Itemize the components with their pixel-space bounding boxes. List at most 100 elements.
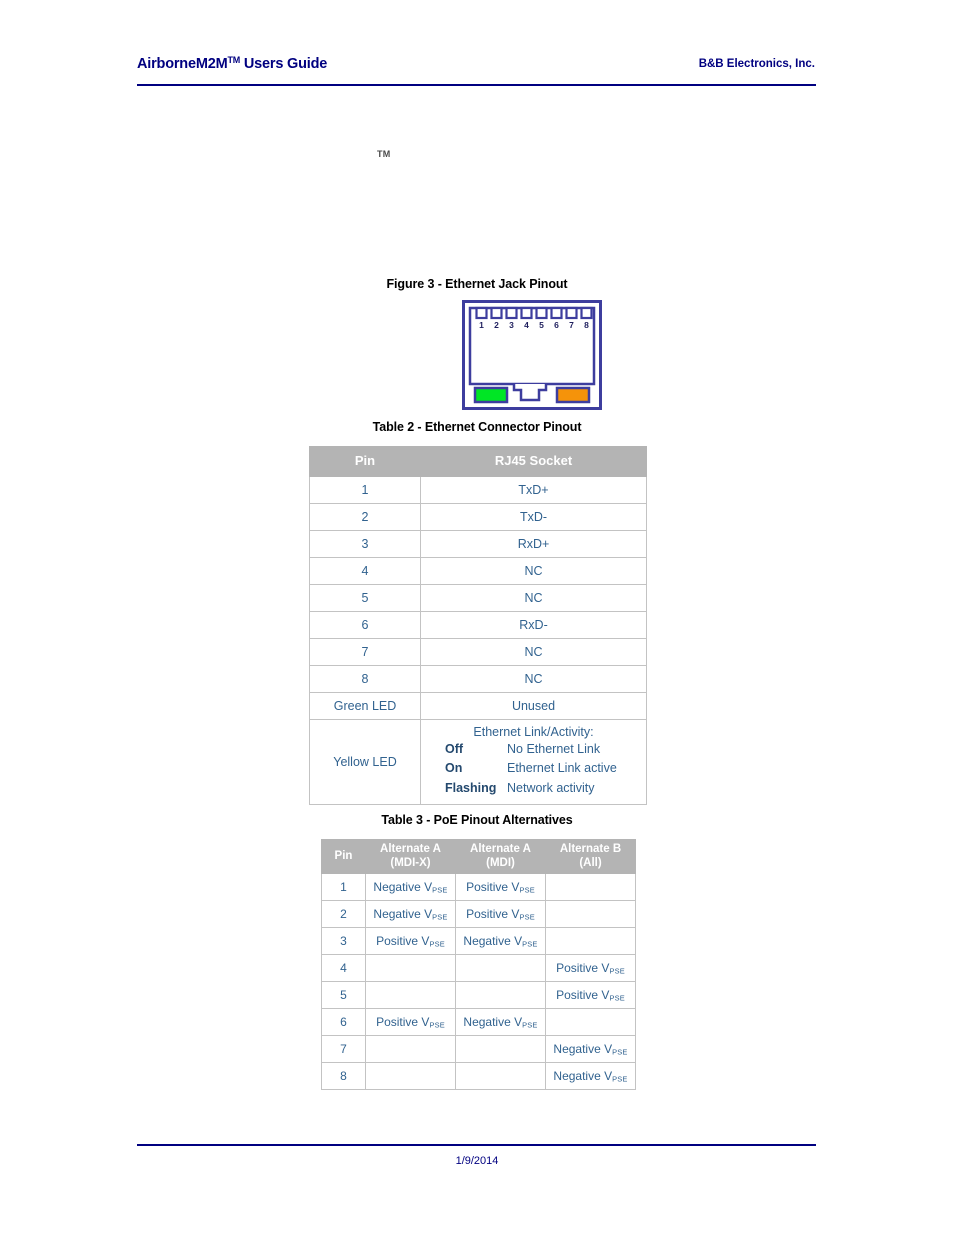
table-row: 2 TxD- [309,503,647,531]
cell-pin: 8 [321,1062,366,1090]
cell-pin: 4 [321,954,366,982]
cell-pin-yellow-led: Yellow LED [309,718,421,806]
pin-number-7: 7 [569,320,574,330]
cell-signal: TxD- [420,503,647,531]
voltage-subscript: PSE [609,966,625,976]
table-row: 6 RxD- [309,611,647,639]
pin-slot-7 [565,306,578,320]
cell-alternate-a-mdi: Negative VPSE [455,927,546,955]
cell-pin: 7 [321,1035,366,1063]
voltage-label: Negative V [463,933,523,948]
cell-signal: RxD- [420,611,647,639]
cell-pin: 6 [309,611,421,639]
table-header-row: Pin RJ45 Socket [309,446,647,477]
column-header-line2: (MDI-X) [390,856,431,869]
company-name: B&B Electronics, Inc. [698,58,815,70]
document-title-suffix: Users Guide [240,56,328,72]
column-header-line1: Alternate A [470,843,531,856]
pin-slot-1 [475,306,488,320]
cell-alternate-a-mdix: Negative VPSE [365,873,456,901]
led-state-row: Off No Ethernet Link [421,740,646,759]
table-row: 5 Positive VPSE [321,981,636,1009]
table-row: 1 TxD+ [309,476,647,504]
pin-slot-2 [490,306,503,320]
cell-alternate-a-mdi [455,1035,546,1063]
pin-number-2: 2 [494,320,499,330]
cell-alternate-b-all: Negative VPSE [545,1035,636,1063]
cell-pin-green-led: Green LED [309,692,421,720]
cell-signal: NC [420,557,647,585]
pin-slot-8 [580,306,593,320]
table-row: 5 NC [309,584,647,612]
voltage-label: Negative V [373,879,433,894]
cell-alternate-a-mdix: Positive VPSE [365,1008,456,1036]
pin-number-6: 6 [554,320,559,330]
cell-alternate-b-all: Positive VPSE [545,954,636,982]
table-row: 8 NC [309,665,647,693]
cell-pin: 3 [309,530,421,558]
table-3-caption: Table 3 - PoE Pinout Alternatives [381,813,573,827]
cell-alternate-b-all [545,927,636,955]
trademark-superscript: TM [227,55,241,65]
cell-pin: 6 [321,1008,366,1036]
cell-yellow-led-behavior: Ethernet Link/Activity: Off No Ethernet … [420,718,647,806]
column-header-rj45-socket: RJ45 Socket [420,446,647,477]
cell-pin: 2 [309,503,421,531]
table-row-yellow-led: Yellow LED Ethernet Link/Activity: Off N… [309,718,647,806]
voltage-subscript: PSE [429,1020,445,1030]
voltage-label: Positive V [376,1014,430,1029]
cell-pin: 5 [321,981,366,1009]
footer-date: 1/9/2014 [455,1155,499,1167]
voltage-subscript: PSE [432,912,448,922]
header-divider [137,84,816,86]
cell-alternate-a-mdi: Negative VPSE [455,1008,546,1036]
cell-pin: 2 [321,900,366,928]
voltage-subscript: PSE [432,885,448,895]
cell-signal: NC [420,638,647,666]
led-state-description: No Ethernet Link [507,742,601,756]
table-row: Green LED Unused [309,692,647,720]
cell-alternate-b-all: Negative VPSE [545,1062,636,1090]
table-row: 1 Negative VPSE Positive VPSE [321,873,636,901]
table-header-row: Pin Alternate A (MDI-X) Alternate A (MDI… [321,839,636,874]
document-title: AirborneM2MTM Users Guide [137,55,327,72]
column-header-alternate-a-mdi: Alternate A (MDI) [455,839,546,874]
voltage-label: Negative V [553,1041,613,1056]
cell-signal: NC [420,584,647,612]
voltage-subscript: PSE [609,993,625,1003]
pin-number-1: 1 [479,320,484,330]
rj45-jack-svg: 1 2 3 4 5 6 7 8 [462,300,602,410]
led-state-label: On [445,761,463,776]
cell-alternate-a-mdix [365,1062,456,1090]
column-header-line1: Alternate A [380,843,441,856]
footer-divider [137,1144,816,1146]
table-row: 4 Positive VPSE [321,954,636,982]
figure-3-caption: Figure 3 - Ethernet Jack Pinout [386,277,568,291]
pin-slot-4 [520,306,533,320]
cell-pin: 4 [309,557,421,585]
column-header-alternate-b-all: Alternate B (All) [545,839,636,874]
voltage-label: Positive V [556,987,610,1002]
pin-number-4: 4 [524,320,529,330]
cell-alternate-a-mdi [455,981,546,1009]
voltage-label: Positive V [376,933,430,948]
pin-number-8: 8 [584,320,589,330]
cell-alternate-a-mdix: Negative VPSE [365,900,456,928]
page-header: AirborneM2MTM Users Guide B&B Electronic… [137,55,815,87]
voltage-label: Negative V [373,906,433,921]
cell-pin: 8 [309,665,421,693]
voltage-subscript: PSE [522,939,538,949]
stray-trademark-mark: TM [377,149,391,159]
voltage-label: Positive V [556,960,610,975]
led-state-label: Off [445,742,464,756]
cell-pin: 1 [309,476,421,504]
cell-alternate-a-mdix [365,954,456,982]
table-row: 3 RxD+ [309,530,647,558]
cell-signal: TxD+ [420,476,647,504]
cell-pin: 5 [309,584,421,612]
cell-alternate-a-mdi [455,1062,546,1090]
pin-slot-3 [505,306,518,320]
pin-number-3: 3 [509,320,514,330]
pin-number-5: 5 [539,320,544,330]
led-activity-title: Ethernet Link/Activity: [473,725,594,739]
